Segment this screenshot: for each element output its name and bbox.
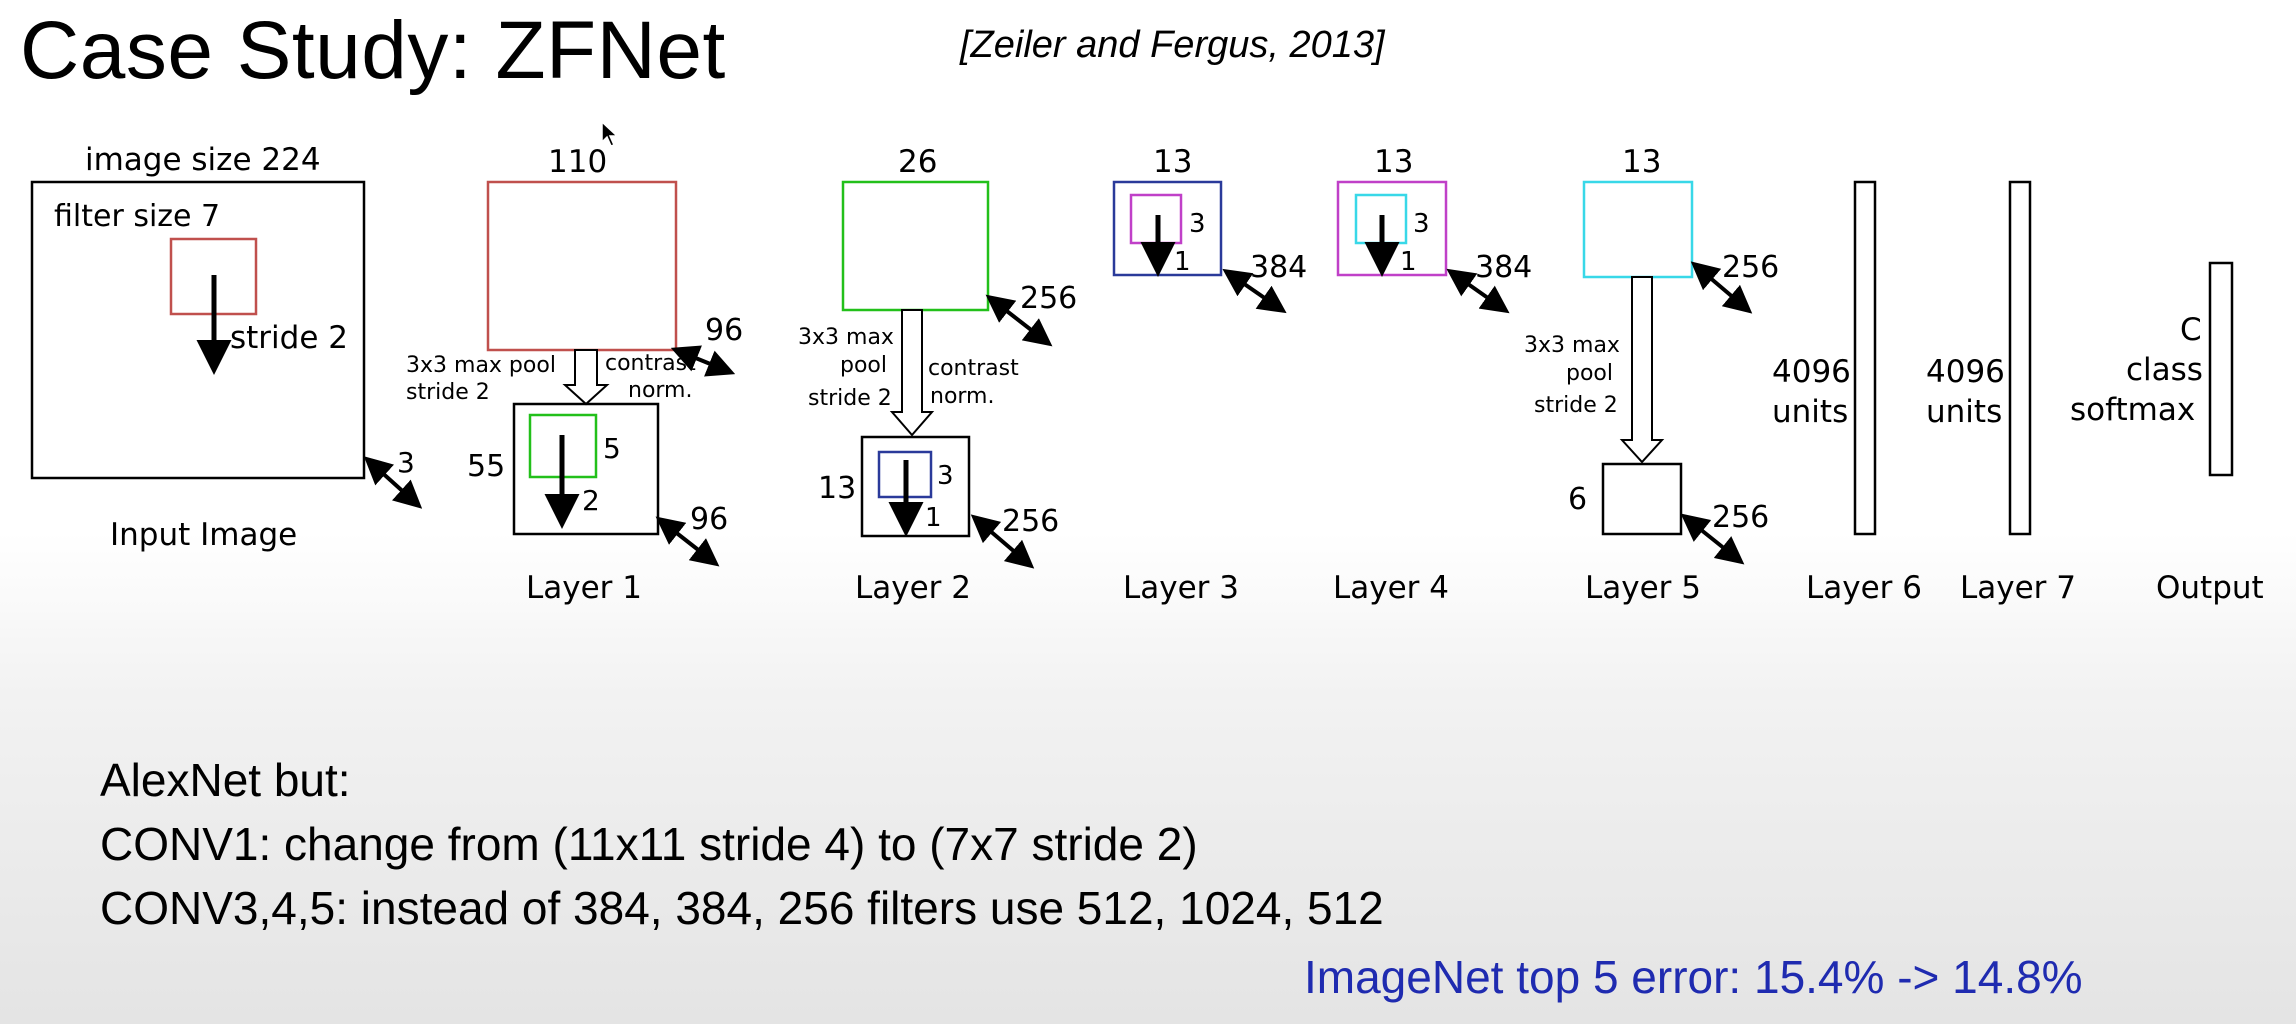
layer1-contrast-line2: norm. (628, 378, 693, 403)
layer2-pool-line1: 3x3 max (798, 325, 894, 350)
layer5-out-depth-label: 256 (1712, 500, 1769, 535)
layer4-depth-label: 384 (1475, 250, 1532, 285)
mouse-cursor-icon (601, 120, 619, 147)
layer2-out-size-label: 13 (818, 471, 856, 506)
layer6-caption: Layer 6 (1806, 570, 1922, 606)
layer1-size-label: 110 (548, 144, 607, 180)
layer4-caption: Layer 4 (1333, 570, 1449, 606)
layer1-pool-line1: 3x3 max pool (406, 353, 556, 378)
layer1-filter-label: 5 (603, 432, 621, 465)
layer7-units-line1: 4096 (1926, 354, 2005, 390)
output-softmax-bar (2208, 261, 2234, 477)
notes-line-2: CONV1: change from (11x11 stride 4) to (… (100, 818, 1198, 870)
layer1-pool-line2: stride 2 (406, 380, 490, 405)
layer3-block: 13 3 1 384 Layer 3 (1112, 144, 1307, 606)
layer4-block: 13 3 1 384 Layer 4 (1333, 144, 1532, 606)
layer1-depth-label: 96 (705, 313, 743, 348)
layer3-size-label: 13 (1153, 144, 1192, 180)
layer7-fc-bar (2008, 180, 2032, 536)
layer6-block: 4096 units Layer 6 (1772, 180, 1922, 606)
input-stride-label: stride 2 (230, 320, 348, 356)
layer5-pool-line3: stride 2 (1534, 393, 1618, 418)
layer2-volume-box (841, 180, 990, 312)
output-label-line1: C (2180, 312, 2202, 348)
layer5-out-size-label: 6 (1568, 482, 1587, 517)
layer5-depth-label: 256 (1722, 250, 1779, 285)
layer7-caption: Layer 7 (1960, 570, 2076, 606)
layer2-stride-label: 1 (925, 503, 942, 533)
layer2-contrast-line1: contrast (928, 356, 1019, 381)
layer1-stride-label: 2 (582, 484, 600, 517)
layer1-out-size-label: 55 (467, 449, 505, 484)
output-block: C class softmax Output (2070, 261, 2264, 606)
input-image-block: image size 224 filter size 7 stride 2 3 … (30, 142, 423, 553)
layer2-pool-line2: pool (840, 353, 887, 378)
layer2-contrast-line2: norm. (930, 384, 995, 409)
layer1-block: 110 96 3x3 max pool stride 2 contrast no… (406, 144, 743, 606)
pool-arrow-icon (889, 309, 935, 437)
output-caption: Output (2156, 570, 2264, 606)
layer4-size-label: 13 (1374, 144, 1413, 180)
notes-line-3: CONV3,4,5: instead of 384, 384, 256 filt… (100, 882, 1384, 934)
layer2-out-depth-label: 256 (1002, 504, 1059, 539)
layer7-block: 4096 units Layer 7 (1926, 180, 2076, 606)
layer5-pooled-box (1601, 462, 1683, 536)
layer1-contrast-line1: contrast (605, 351, 696, 376)
pool-arrow-icon (1619, 276, 1665, 464)
layer2-caption: Layer 2 (855, 570, 971, 606)
output-label-line2: class (2126, 352, 2203, 388)
output-label-line3: softmax (2070, 392, 2195, 428)
layer4-filter-label: 3 (1413, 209, 1430, 239)
layer2-size-label: 26 (898, 144, 937, 180)
layer5-block: 13 256 3x3 max pool stride 2 6 256 Layer… (1524, 144, 1779, 606)
layer3-filter-label: 3 (1189, 209, 1206, 239)
layer6-units-line2: units (1772, 394, 1848, 430)
layer3-depth-label: 384 (1250, 250, 1307, 285)
layer5-caption: Layer 5 (1585, 570, 1701, 606)
layer7-units-line2: units (1926, 394, 2002, 430)
layer2-block: 26 256 3x3 max pool stride 2 contrast no… (798, 144, 1077, 606)
imagenet-result: ImageNet top 5 error: 15.4% -> 14.8% (1304, 951, 2083, 1003)
layer6-fc-bar (1853, 180, 1877, 536)
layer1-out-depth-label: 96 (690, 502, 728, 537)
layer1-caption: Layer 1 (526, 570, 642, 606)
layer4-stride-label: 1 (1400, 247, 1417, 277)
notes-line-1: AlexNet but: (100, 754, 351, 806)
input-filter-size-label: filter size 7 (54, 199, 220, 234)
layer2-depth-label: 256 (1020, 281, 1077, 316)
input-image-size-label: image size 224 (85, 142, 321, 178)
layer5-volume-box (1582, 180, 1694, 279)
layer3-stride-label: 1 (1174, 247, 1191, 277)
layer5-pool-line2: pool (1566, 361, 1613, 386)
input-image-caption: Input Image (110, 517, 297, 553)
layer2-filter-label: 3 (937, 461, 954, 491)
layer6-units-line1: 4096 (1772, 354, 1851, 390)
layer5-pool-line1: 3x3 max (1524, 333, 1620, 358)
input-depth-label: 3 (397, 446, 415, 479)
layer3-caption: Layer 3 (1123, 570, 1239, 606)
zfnet-architecture-diagram: image size 224 filter size 7 stride 2 3 … (30, 142, 2264, 606)
layer2-pool-line3: stride 2 (808, 386, 892, 411)
layer1-volume-box (486, 180, 678, 352)
layer5-size-label: 13 (1622, 144, 1661, 180)
notes-block: AlexNet but: CONV1: change from (11x11 s… (100, 748, 1384, 940)
pool-arrow-icon (562, 349, 610, 406)
